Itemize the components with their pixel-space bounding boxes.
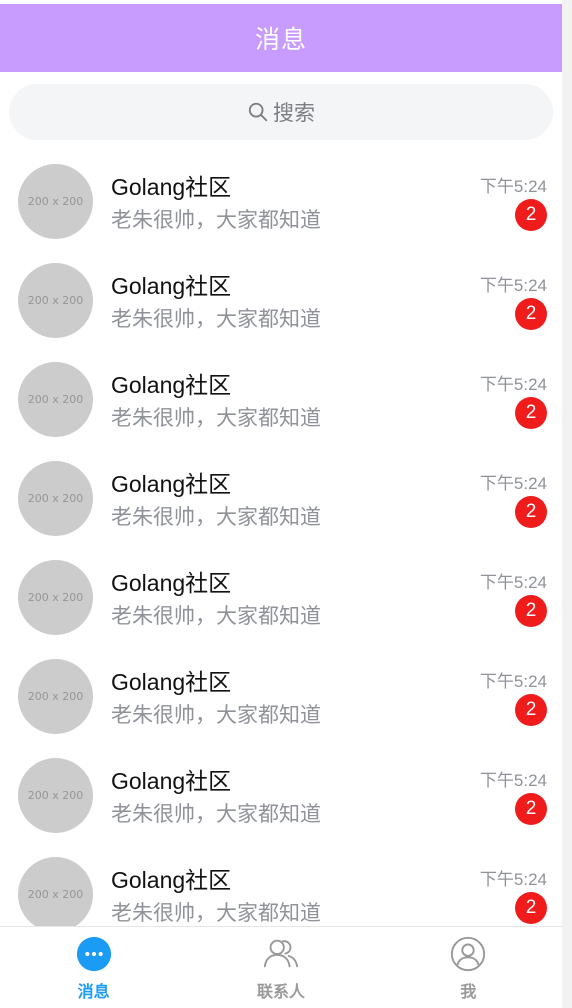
conversation-item[interactable]: 200 x 200 Golang社区老朱很帅，大家都知道 下午5:24 2 <box>0 647 562 746</box>
tab-me-label: 我 <box>460 982 477 1001</box>
avatar: 200 x 200 <box>18 362 93 437</box>
unread-badge: 2 <box>515 199 547 231</box>
message-preview: 老朱很帅，大家都知道 <box>111 703 321 727</box>
page-title: 消息 <box>254 25 307 54</box>
conversation-title: Golang社区 <box>111 768 232 794</box>
conversation-item[interactable]: 200 x 200 Golang社区老朱很帅，大家都知道 下午5:24 2 <box>0 548 562 647</box>
message-time: 下午5:24 <box>479 177 547 196</box>
unread-badge: 2 <box>515 496 547 528</box>
conversation-title: Golang社区 <box>111 867 232 893</box>
avatar: 200 x 200 <box>18 164 93 239</box>
message-preview: 老朱很帅，大家都知道 <box>111 307 321 331</box>
unread-badge: 2 <box>515 892 547 924</box>
tab-messages-label: 消息 <box>77 982 110 1001</box>
message-time: 下午5:24 <box>479 870 547 889</box>
conversation-title: Golang社区 <box>111 669 232 695</box>
avatar: 200 x 200 <box>18 857 93 926</box>
unread-badge: 2 <box>515 694 547 726</box>
conversation-list: 200 x 200 Golang社区 老朱很帅，大家都知道 下午5:24 2 200 x … <box>0 152 562 926</box>
avatar: 200 x 200 <box>18 263 93 338</box>
search-icon <box>248 102 268 122</box>
tab-messages[interactable]: 消息 <box>0 927 187 1008</box>
message-preview: 老朱很帅，大家都知道 <box>111 604 321 628</box>
conversation-item[interactable]: 200 x 200 Golang社区老朱很帅，大家都知道 下午5:24 2 <box>0 449 562 548</box>
unread-badge: 2 <box>515 298 547 330</box>
conversation-item[interactable]: 200 x 200 Golang社区老朱很帅，大家都知道 下午5:24 2 <box>0 251 562 350</box>
chat-bubble-icon <box>76 936 111 972</box>
contacts-icon <box>263 939 299 968</box>
unread-badge: 2 <box>515 793 547 825</box>
conversation-title: Golang社区 <box>111 372 232 398</box>
conversation-title: Golang社区 <box>111 570 232 596</box>
conversation-item[interactable]: 200 x 200 Golang社区老朱很帅，大家都知道 下午5:24 2 <box>0 746 562 845</box>
tab-contacts-label: 联系人 <box>256 982 305 1001</box>
message-preview: 老朱很帅，大家都知道 <box>111 208 321 232</box>
message-time: 下午5:24 <box>479 771 547 790</box>
message-preview: 老朱很帅，大家都知道 <box>111 505 321 529</box>
unread-badge: 2 <box>515 595 547 627</box>
message-time: 下午5:24 <box>479 375 547 394</box>
tab-bar: 消息 联系人 我 <box>0 926 562 1008</box>
conversation-item[interactable]: 200 x 200 Golang社区老朱很帅，大家都知道 下午5:24 2 <box>0 152 562 251</box>
conversation-item[interactable]: 200 x 200 Golang社区老朱很帅，大家都知道 下午5:24 2 <box>0 845 562 926</box>
search-placeholder: 搜索 <box>273 101 315 125</box>
header-bar: 消息 <box>0 4 562 72</box>
message-preview: 老朱很帅，大家都知道 <box>111 802 321 826</box>
conversation-title: Golang社区 <box>111 471 232 497</box>
avatar: 200 x 200 <box>18 758 93 833</box>
tab-me[interactable]: 我 <box>375 927 562 1008</box>
conversation-item[interactable]: 200 x 200 Golang社区老朱很帅，大家都知道 下午5:24 2 <box>0 350 562 449</box>
message-time: 下午5:24 <box>479 672 547 691</box>
search-input[interactable]: 搜索 <box>9 84 553 140</box>
tab-contacts[interactable]: 联系人 <box>187 927 374 1008</box>
message-preview: 老朱很帅，大家都知道 <box>111 901 321 925</box>
conversation-title: Golang社区 <box>111 273 232 299</box>
message-time: 下午5:24 <box>479 276 547 295</box>
profile-icon <box>451 936 486 972</box>
message-preview: 老朱很帅，大家都知道 <box>111 406 321 430</box>
message-time: 下午5:24 <box>479 573 547 592</box>
unread-badge: 2 <box>515 397 547 429</box>
conversation-title: Golang社区 <box>111 174 232 200</box>
messages-screen: 消息 搜索 200 x 200 Golang社区 老朱很帅，大家都知道 下午5:24 2… <box>0 0 562 1008</box>
search-area: 搜索 <box>0 72 562 152</box>
avatar: 200 x 200 <box>18 560 93 635</box>
message-time: 下午5:24 <box>479 474 547 493</box>
avatar: 200 x 200 <box>18 461 93 536</box>
avatar: 200 x 200 <box>18 659 93 734</box>
